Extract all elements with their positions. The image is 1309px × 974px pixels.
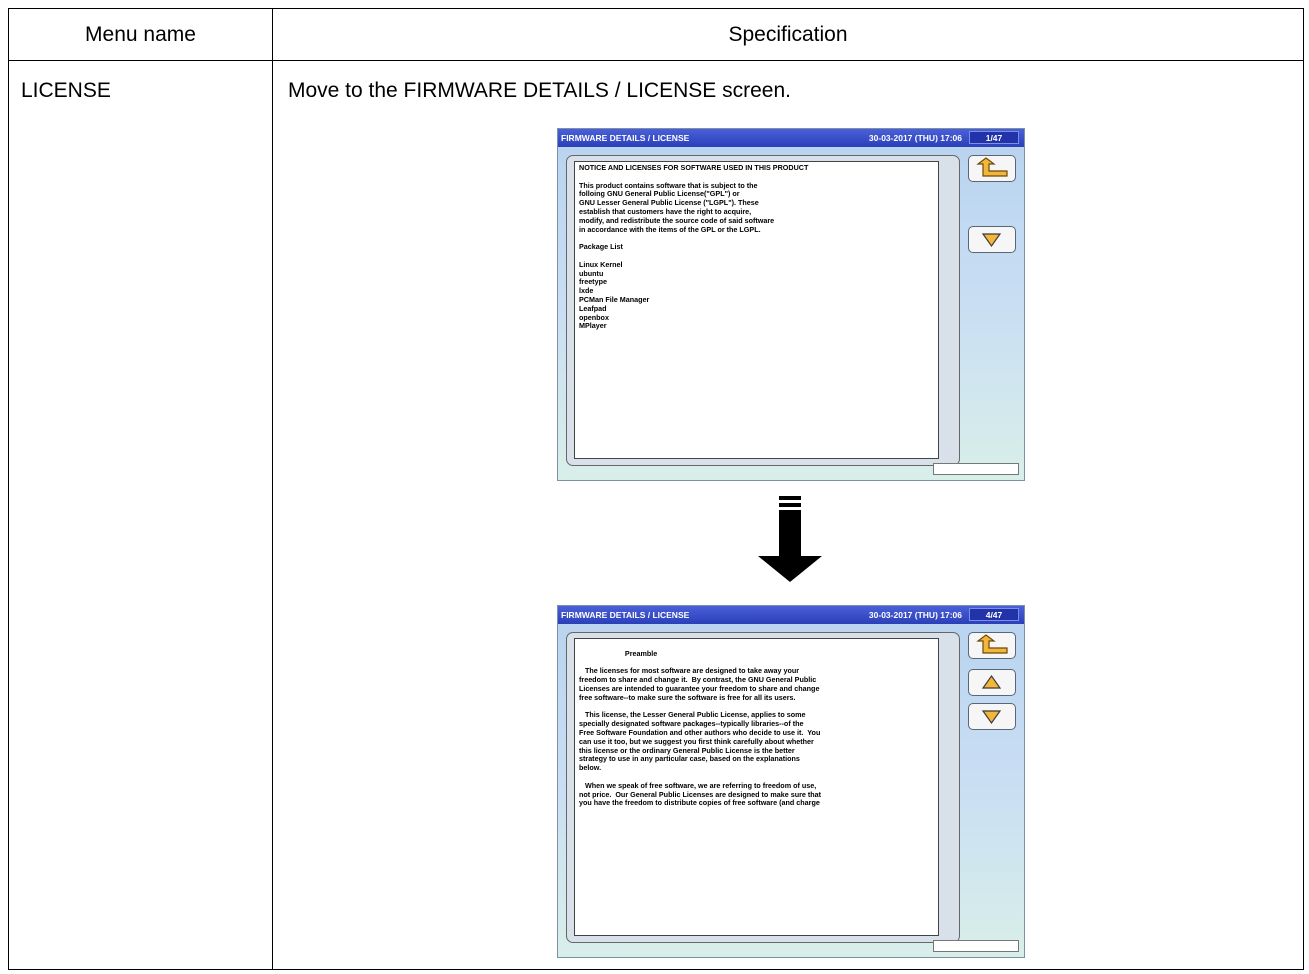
license-text-line [579, 234, 934, 243]
license-text-line: Preamble [579, 648, 658, 658]
column-divider [272, 9, 273, 969]
triangle-down-icon [981, 233, 1002, 248]
license-text-line: strategy to use in any particular case, … [579, 754, 800, 764]
header-specification: Specification [728, 22, 848, 46]
license-text-line: ubuntu [579, 268, 604, 278]
scroll-up-button[interactable] [968, 669, 1016, 696]
license-text-line: NOTICE AND LICENSES FOR SOFTWARE USED IN… [579, 163, 809, 172]
license-text-area[interactable]: Preamble The licenses for most software … [574, 638, 939, 936]
page-indicator: 1/47 [969, 131, 1019, 144]
license-text-line: openbox [579, 312, 609, 322]
license-text-line [579, 252, 934, 261]
page-indicator: 4/47 [969, 608, 1019, 621]
screen-datetime: 30-03-2017 (THU) 17:06 [868, 133, 962, 143]
status-box [933, 463, 1019, 475]
menu-name-cell: LICENSE [21, 79, 111, 102]
license-text-line: freetype [579, 277, 607, 287]
license-screen-page-1: FIRMWARE DETAILS / LICENSE 30-03-2017 (T… [557, 128, 1025, 481]
license-text-line: MPlayer [579, 321, 607, 331]
back-button[interactable] [968, 632, 1016, 659]
screen-title: FIRMWARE DETAILS / LICENSE [561, 610, 690, 620]
specification-cell: Move to the FIRMWARE DETAILS / LICENSE s… [288, 79, 791, 102]
triangle-down-icon [981, 710, 1002, 725]
return-arrow-icon [976, 157, 1008, 177]
screen-title: FIRMWARE DETAILS / LICENSE [561, 133, 690, 143]
big-down-arrow-icon [758, 496, 822, 582]
table-header-row: Menu name Specification [9, 9, 1303, 61]
scroll-down-button[interactable] [968, 226, 1016, 253]
screen-title-bar: FIRMWARE DETAILS / LICENSE 30-03-2017 (T… [558, 606, 1024, 624]
scroll-down-button[interactable] [968, 703, 1016, 730]
screen-datetime: 30-03-2017 (THU) 17:06 [868, 610, 962, 620]
return-arrow-icon [976, 634, 1008, 654]
license-text-line: below. [579, 763, 602, 773]
screen-title-bar: FIRMWARE DETAILS / LICENSE 30-03-2017 (T… [558, 129, 1024, 147]
license-text-area[interactable]: NOTICE AND LICENSES FOR SOFTWARE USED IN… [574, 161, 939, 459]
header-menu-name: Menu name [85, 22, 196, 46]
license-text-line: Leafpad [579, 303, 607, 313]
status-box [933, 940, 1019, 952]
license-screen-page-4: FIRMWARE DETAILS / LICENSE 30-03-2017 (T… [557, 605, 1025, 958]
license-text-line: Package List [579, 242, 623, 252]
license-text-line: free software--to make sure the software… [579, 692, 796, 702]
license-text-line: you have the freedom to distribute copie… [579, 798, 820, 808]
license-text-line: in accordance with the items of the GPL … [579, 224, 761, 234]
license-text-line: Linux Kernel [579, 259, 623, 269]
triangle-up-icon [981, 674, 1002, 689]
license-text-line: PCMan File Manager [579, 294, 650, 304]
back-button[interactable] [968, 155, 1016, 182]
